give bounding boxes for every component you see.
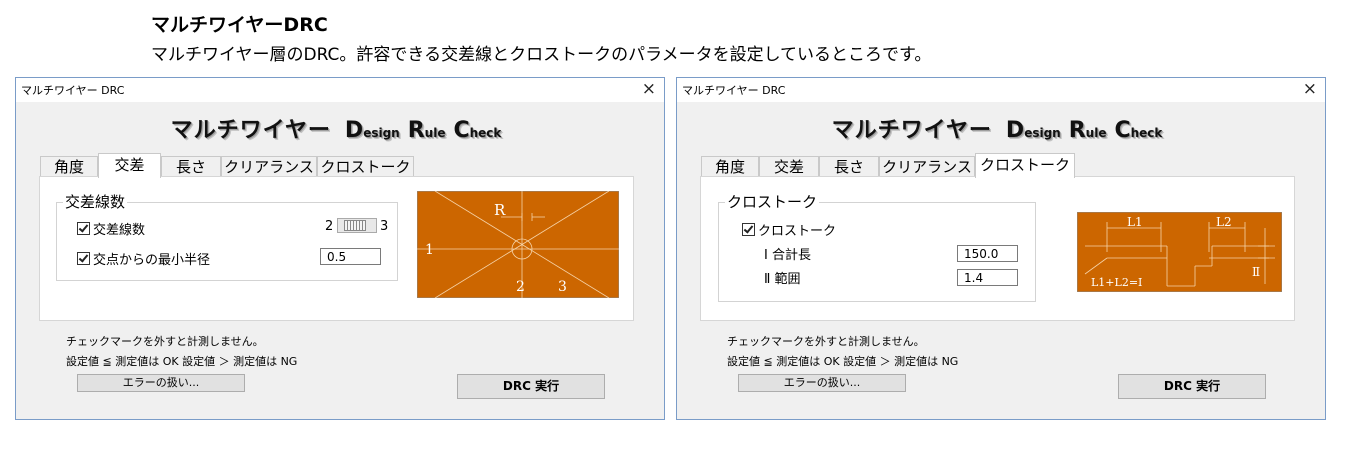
total-length-label: Ⅰ 合計長	[764, 248, 811, 263]
window-title: マルチワイヤー DRC	[682, 84, 786, 97]
checkbox-check-icon[interactable]	[77, 252, 90, 265]
intersection-count-checkbox[interactable]: 交差線数	[77, 219, 145, 238]
range-label: Ⅱ 範囲	[764, 272, 801, 287]
page-heading: マルチワイヤーDRC	[151, 14, 328, 36]
drc-run-button[interactable]: DRC 実行	[1118, 374, 1266, 399]
diagram-label-1: 1	[425, 242, 434, 258]
tab-clearance[interactable]: クリアランス	[879, 156, 975, 177]
tab-crosstalk[interactable]: クロストーク	[317, 156, 414, 177]
close-icon[interactable]: ×	[1303, 79, 1317, 99]
crosstalk-checkbox[interactable]: クロストーク	[742, 220, 836, 239]
tab-panel: 交差線数 交差線数 2 3 交点からの最小半径 0.5 R 1 2 3	[39, 176, 634, 321]
diagram-label-l2: L2	[1216, 215, 1232, 229]
drc-window-intersection: マルチワイヤー DRC × マルチワイヤー Design Rule Check 角度 …	[15, 77, 665, 420]
tab-length[interactable]: 長さ	[161, 156, 221, 177]
min-radius-input[interactable]: 0.5	[320, 248, 381, 265]
drc-logo: マルチワイヤー Design Rule Check	[831, 118, 1163, 143]
tab-panel: クロストーク クロストーク Ⅰ 合計長 150.0 Ⅱ 範囲 1.4 L1 L2…	[700, 176, 1295, 321]
tab-intersection[interactable]: 交差	[98, 153, 161, 178]
tab-angle[interactable]: 角度	[40, 156, 98, 177]
drc-run-button[interactable]: DRC 実行	[457, 374, 605, 399]
checkbox-check-icon[interactable]	[742, 223, 755, 236]
title-bar: マルチワイヤー DRC ×	[16, 78, 664, 102]
crosstalk-group: クロストーク クロストーク Ⅰ 合計長 150.0 Ⅱ 範囲 1.4	[718, 191, 1036, 302]
intersection-count-group: 交差線数 交差線数 2 3 交点からの最小半径 0.5	[56, 191, 398, 281]
group-title: 交差線数	[63, 191, 128, 212]
tab-crosstalk[interactable]: クロストーク	[975, 153, 1075, 178]
total-length-input[interactable]: 150.0	[957, 245, 1018, 262]
page-subheading: マルチワイヤー層のDRC。許容できる交差線とクロストークのパラメータを設定してい…	[151, 45, 932, 65]
slider-min-label: 2	[325, 219, 334, 234]
error-handling-button[interactable]: エラーの扱い...	[738, 374, 906, 392]
intersection-diagram: R 1 2 3	[417, 191, 619, 298]
drc-logo: マルチワイヤー Design Rule Check	[170, 118, 502, 143]
tab-intersection[interactable]: 交差	[759, 156, 819, 177]
title-bar: マルチワイヤー DRC ×	[677, 78, 1325, 102]
diagram-label-3: 3	[558, 279, 567, 295]
error-handling-button[interactable]: エラーの扱い...	[77, 374, 245, 392]
diagram-label-2: 2	[516, 279, 525, 295]
note-uncheck: チェックマークを外すと計測しません。	[727, 335, 925, 348]
intersection-count-slider[interactable]	[337, 218, 377, 233]
min-radius-checkbox[interactable]: 交点からの最小半径	[77, 249, 210, 268]
diagram-label-r: R	[494, 201, 506, 219]
group-title: クロストーク	[725, 191, 820, 212]
slider-thumb[interactable]	[344, 220, 366, 231]
note-judgement: 設定値 ≦ 測定値は OK 設定値 ＞ 測定値は NG	[66, 355, 298, 368]
drc-window-crosstalk: マルチワイヤー DRC × マルチワイヤー Design Rule Check 角度 …	[676, 77, 1326, 420]
crosstalk-diagram: L1 L2 Ⅱ L1+L2=Ⅰ	[1077, 212, 1282, 292]
tab-clearance[interactable]: クリアランス	[221, 156, 317, 177]
slider-max-label: 3	[380, 219, 389, 234]
note-uncheck: チェックマークを外すと計測しません。	[66, 335, 264, 348]
tab-angle[interactable]: 角度	[701, 156, 759, 177]
window-title: マルチワイヤー DRC	[21, 84, 125, 97]
close-icon[interactable]: ×	[642, 79, 656, 99]
checkbox-check-icon[interactable]	[77, 222, 90, 235]
range-input[interactable]: 1.4	[957, 269, 1018, 286]
diagram-label-ii: Ⅱ	[1252, 265, 1260, 279]
diagram-label-l1: L1	[1127, 215, 1143, 229]
tab-length[interactable]: 長さ	[819, 156, 879, 177]
diagram-label-formula: L1+L2=Ⅰ	[1091, 276, 1142, 289]
note-judgement: 設定値 ≦ 測定値は OK 設定値 ＞ 測定値は NG	[727, 355, 959, 368]
